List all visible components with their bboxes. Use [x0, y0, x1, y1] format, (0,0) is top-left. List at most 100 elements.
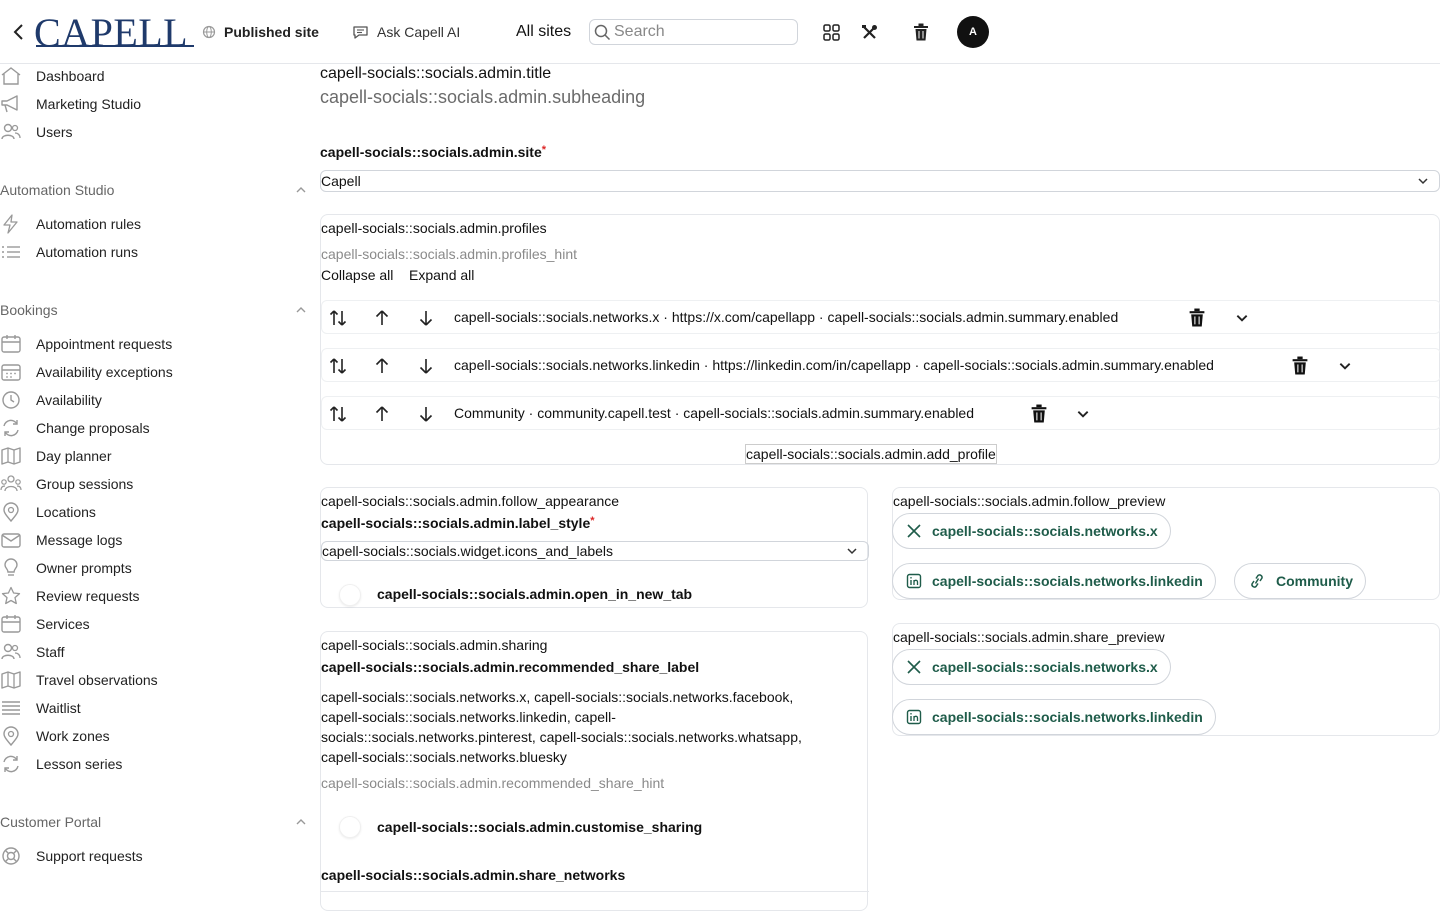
envelope-icon [1, 533, 21, 548]
arrows-up-down-icon[interactable] [328, 356, 348, 376]
sidebar-item-services[interactable]: Services [0, 612, 300, 636]
arrows-up-down-icon[interactable] [328, 404, 348, 424]
follow-linkedin-pill[interactable]: capell-socials::socials.networks.linkedi… [892, 563, 1216, 599]
share-x-pill[interactable]: capell-socials::socials.networks.x [892, 649, 1171, 685]
section-automation-studio[interactable]: Automation Studio [0, 180, 312, 200]
sharing-title: capell-socials::socials.admin.sharing [321, 637, 548, 653]
sidebar-item-label: Group sessions [36, 476, 134, 492]
back-button[interactable] [8, 0, 30, 64]
sidebar-item-label: Travel observations [36, 672, 158, 688]
arrow-up-icon[interactable] [372, 356, 392, 376]
collapse-all-button[interactable]: Collapse all [321, 267, 393, 283]
sidebar-item-message-logs[interactable]: Message logs [0, 528, 300, 552]
sidebar-item-label: Users [36, 124, 73, 140]
published-site-link[interactable]: Published site [202, 0, 319, 64]
list-icon [2, 246, 20, 258]
published-site-label: Published site [224, 24, 319, 40]
sidebar-item-owner-prompts[interactable]: Owner prompts [0, 556, 300, 580]
add-profile-button[interactable]: capell-socials::socials.admin.add_profil… [745, 444, 997, 464]
x-logo-icon [907, 660, 921, 674]
sidebar-item-label: Availability exceptions [36, 364, 173, 380]
map-icon [1, 671, 21, 689]
trash-icon[interactable] [1188, 308, 1206, 327]
sidebar-item-day-planner[interactable]: Day planner [0, 444, 300, 468]
chevron-up-icon [296, 187, 306, 193]
sidebar-item-locations[interactable]: Locations [0, 500, 300, 524]
arrow-down-icon[interactable] [416, 308, 436, 328]
profile-row-summary: capell-socials::socials.networks.linkedi… [454, 357, 1214, 373]
share-networks-label: capell-socials::socials.admin.share_netw… [321, 867, 626, 883]
arrow-up-icon[interactable] [372, 404, 392, 424]
arrow-down-icon[interactable] [416, 356, 436, 376]
sidebar-item-label: Day planner [36, 448, 112, 464]
arrow-down-icon[interactable] [416, 404, 436, 424]
tools-button[interactable] [857, 0, 881, 64]
sidebar-item-automation-rules[interactable]: Automation rules [0, 212, 300, 236]
sidebar-item-marketing-studio[interactable]: Marketing Studio [0, 92, 300, 116]
sidebar-item-lesson-series[interactable]: Lesson series [0, 752, 300, 776]
profile-row[interactable]: Community · community.capell.test · cape… [321, 396, 1440, 430]
label-style-field-label: capell-socials::socials.admin.label_styl… [321, 515, 595, 531]
expand-all-button[interactable]: Expand all [409, 267, 474, 283]
logo-underline [36, 45, 194, 47]
share-preview-title: capell-socials::socials.admin.share_prev… [893, 629, 1165, 645]
sidebar-item-review-requests[interactable]: Review requests [0, 584, 300, 608]
ask-ai-button[interactable]: Ask Capell AI [352, 0, 460, 64]
profiles-hint: capell-socials::socials.admin.profiles_h… [321, 246, 578, 262]
delete-button[interactable] [909, 0, 933, 64]
trash-icon[interactable] [1030, 404, 1048, 423]
arrow-up-icon[interactable] [372, 308, 392, 328]
calendar-icon [1, 615, 21, 633]
section-title: Customer Portal [0, 814, 102, 830]
profile-row[interactable]: capell-socials::socials.networks.x · htt… [321, 300, 1440, 334]
wrench-screwdriver-icon [861, 24, 877, 39]
chevron-down-icon[interactable] [1235, 311, 1249, 325]
customise-sharing-toggle[interactable] [339, 816, 361, 838]
sidebar-item-automation-runs[interactable]: Automation runs [0, 240, 300, 264]
main-content: capell-socials::socials.admin.title cape… [320, 64, 1440, 911]
lightbulb-icon [4, 558, 18, 576]
apps-grid-button[interactable] [819, 0, 843, 64]
recommended-line: capell-socials::socials.networks.bluesky [321, 749, 567, 765]
pill-label: capell-socials::socials.networks.x [932, 659, 1158, 675]
site-field-label: capell-socials::socials.admin.site* [320, 144, 546, 160]
user-avatar[interactable]: A [957, 16, 989, 48]
sidebar-item-dashboard[interactable]: Dashboard [0, 64, 300, 88]
sidebar-item-change-proposals[interactable]: Change proposals [0, 416, 300, 440]
sidebar-item-group-sessions[interactable]: Group sessions [0, 472, 300, 496]
follow-community-pill[interactable]: Community [1234, 563, 1366, 599]
open-new-tab-toggle[interactable] [339, 584, 361, 606]
sidebar-item-appointment-requests[interactable]: Appointment requests [0, 332, 300, 356]
chevron-down-icon[interactable] [1338, 359, 1352, 373]
sidebar-item-users[interactable]: Users [0, 120, 300, 144]
follow-x-pill[interactable]: capell-socials::socials.networks.x [892, 513, 1171, 549]
trash-icon[interactable] [1291, 356, 1309, 375]
chevron-down-icon [1418, 178, 1428, 185]
sidebar: Dashboard Marketing Studio Users Automat… [0, 64, 312, 900]
home-icon [1, 67, 21, 85]
share-networks-field[interactable] [321, 891, 869, 892]
arrows-up-down-icon[interactable] [328, 308, 348, 328]
sidebar-item-availability-exceptions[interactable]: Availability exceptions [0, 360, 300, 384]
sidebar-item-work-zones[interactable]: Work zones [0, 724, 300, 748]
lifebuoy-icon [2, 847, 20, 865]
profile-row[interactable]: capell-socials::socials.networks.linkedi… [321, 348, 1440, 382]
sidebar-item-availability[interactable]: Availability [0, 388, 300, 412]
label-style-select[interactable]: capell-socials::socials.widget.icons_and… [321, 541, 869, 561]
sidebar-item-staff[interactable]: Staff [0, 640, 300, 664]
sidebar-item-waitlist[interactable]: Waitlist [0, 696, 300, 720]
capell-logo[interactable]: CAPELL [34, 0, 188, 64]
section-customer-portal[interactable]: Customer Portal [0, 812, 312, 832]
megaphone-icon [1, 95, 18, 113]
search-input[interactable] [614, 23, 794, 41]
search-box[interactable] [589, 19, 798, 45]
section-bookings[interactable]: Bookings [0, 300, 312, 320]
share-linkedin-pill[interactable]: capell-socials::socials.networks.linkedi… [892, 699, 1216, 735]
site-select[interactable]: Capell [320, 170, 1440, 192]
refresh-icon [3, 419, 19, 437]
section-title: Automation Studio [0, 182, 115, 198]
all-sites-selector[interactable]: All sites [516, 0, 571, 64]
sidebar-item-support-requests[interactable]: Support requests [0, 844, 300, 868]
sidebar-item-travel-observations[interactable]: Travel observations [0, 668, 300, 692]
chevron-down-icon[interactable] [1076, 407, 1090, 421]
